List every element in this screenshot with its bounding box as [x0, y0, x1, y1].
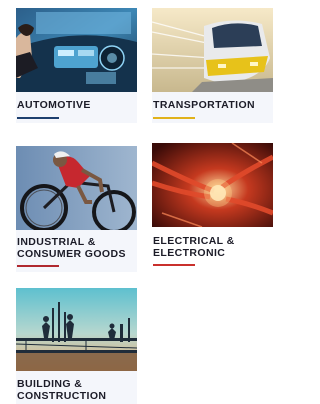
cyclist-image — [16, 146, 137, 230]
accent-bar — [153, 264, 195, 266]
category-label-line2: CONSTRUCTION — [17, 390, 107, 402]
train-image — [152, 8, 273, 92]
category-card-automotive[interactable]: AUTOMOTIVE — [16, 8, 137, 123]
category-label-line1: BUILDING & — [17, 378, 83, 390]
category-label: TRANSPORTATION — [153, 99, 256, 111]
category-card-electrical-electronic[interactable]: ELECTRICAL & ELECTRONIC — [152, 143, 273, 273]
electronic-cables-image — [152, 143, 273, 227]
category-card-building-construction[interactable]: BUILDING & CONSTRUCTION — [16, 288, 137, 404]
car-dashboard-image — [16, 8, 137, 92]
accent-bar — [17, 265, 59, 267]
accent-bar — [153, 117, 195, 119]
category-label-line2: ELECTRONIC — [153, 247, 226, 259]
category-label-line1: INDUSTRIAL & — [17, 236, 96, 248]
category-label: AUTOMOTIVE — [17, 99, 91, 111]
construction-site-image — [16, 288, 137, 371]
accent-bar — [17, 117, 59, 119]
category-label-line2: CONSUMER GOODS — [17, 248, 126, 260]
category-card-industrial-consumer-goods[interactable]: INDUSTRIAL & CONSUMER GOODS — [16, 146, 137, 272]
category-label-line1: ELECTRICAL & — [153, 235, 235, 247]
category-card-transportation[interactable]: TRANSPORTATION — [152, 8, 273, 123]
